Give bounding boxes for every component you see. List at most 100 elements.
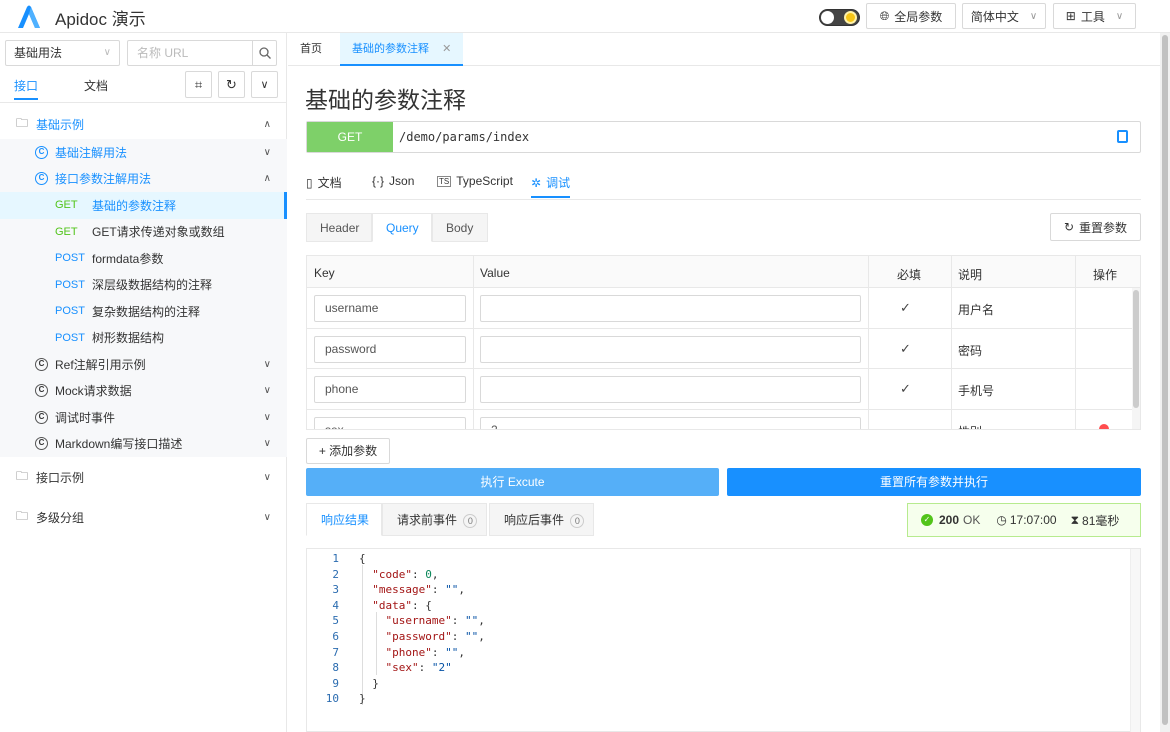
close-icon[interactable]: ✕ <box>442 43 451 55</box>
param-desc: 性别 <box>958 423 982 430</box>
tab-json[interactable]: {·} Json <box>372 174 414 188</box>
tab-body[interactable]: Body <box>432 213 488 242</box>
param-desc: 手机号 <box>958 384 995 398</box>
page-tabs: 首页 基础的参数注释 ✕ <box>288 33 1160 66</box>
global-params-button[interactable]: 🌐︎ 全局参数 <box>866 3 956 29</box>
group-basic-examples[interactable]: 🗀︎ 基础示例 ∧ <box>0 109 287 139</box>
code-scrollbar[interactable] <box>1130 549 1140 732</box>
tab-label: Json <box>389 174 415 188</box>
method-badge: POST <box>55 305 85 318</box>
tab-current-api[interactable]: 基础的参数注释 ✕ <box>340 33 464 66</box>
language-select[interactable]: 简体中文 ∨ <box>962 3 1046 29</box>
copy-icon[interactable] <box>1117 130 1128 143</box>
response-duration: 81毫秒 <box>1082 513 1120 528</box>
api-item[interactable]: POST 复杂数据结构的注释 <box>0 298 287 325</box>
execute-button[interactable]: 执行 Excute <box>306 468 719 496</box>
controller-label: Ref注解引用示例 <box>55 357 146 372</box>
top-bar: Apidoc 演示 🌐︎ 全局参数 简体中文 ∨ ⊞ 工具 ∨ <box>0 0 1170 33</box>
page-scroll-thumb[interactable] <box>1162 35 1168 725</box>
tab-label: 请求前事件 <box>397 513 458 527</box>
refresh-icon[interactable]: ↻ <box>218 71 245 98</box>
table-row: sex 2 性别 <box>307 410 1134 430</box>
controller-label: 基础注解用法 <box>55 145 128 160</box>
api-label: 基础的参数注释 <box>92 198 177 213</box>
value-input[interactable] <box>480 376 861 403</box>
api-label: 复杂数据结构的注释 <box>92 304 201 319</box>
tag-icon[interactable]: ⌗ <box>185 71 212 98</box>
controller-param-annotations[interactable]: C 接口参数注解用法 ∧ <box>0 166 287 193</box>
value-input[interactable]: 2 <box>480 416 861 429</box>
count-badge: 0 <box>570 514 585 528</box>
reset-execute-button[interactable]: 重置所有参数并执行 <box>727 468 1141 496</box>
chevron-down-icon: ∨ <box>263 411 271 423</box>
typescript-icon: TS <box>437 175 452 187</box>
tab-doc[interactable]: ▯ 文档 <box>306 174 342 191</box>
bug-icon: ✲ <box>531 175 542 190</box>
add-param-button[interactable]: + 添加参数 <box>306 438 390 464</box>
table-row: password ✓ 密码 <box>307 329 1134 369</box>
tab-debug[interactable]: ✲ 调试 <box>531 174 571 198</box>
chevron-down-icon: ∨ <box>263 511 271 523</box>
page-scrollbar[interactable] <box>1160 33 1170 732</box>
key-input[interactable]: sex <box>314 416 466 429</box>
tab-docs[interactable]: 文档 <box>84 77 108 94</box>
folder-icon: 🗀︎ <box>16 468 29 483</box>
method-badge: POST <box>55 331 85 344</box>
doc-tabs: ▯ 文档 {·} Json TS TypeScript ✲ 调试 <box>306 170 1141 200</box>
search-input[interactable] <box>128 41 248 65</box>
chevron-down-icon: ∨ <box>263 358 271 370</box>
tab-api[interactable]: 接口 <box>14 77 39 100</box>
group-api-examples[interactable]: 🗀︎ 接口示例 ∨ <box>0 457 287 497</box>
grid-icon: ⊞ <box>1065 9 1076 23</box>
group-label: 接口示例 <box>36 470 85 485</box>
tab-typescript[interactable]: TS TypeScript <box>437 174 513 188</box>
api-item[interactable]: POST 深层级数据结构的注释 <box>0 272 287 299</box>
tab-before-events[interactable]: 请求前事件 0 <box>382 503 487 536</box>
count-badge: 0 <box>463 514 478 528</box>
response-time: 17:07:00 <box>1009 513 1057 527</box>
group-multilevel[interactable]: 🗀︎ 多级分组 ∨ <box>0 497 287 537</box>
controller-mock-data[interactable]: C Mock请求数据 ∨ <box>0 378 287 405</box>
header-value: Value <box>480 266 510 280</box>
tab-label: 文档 <box>317 176 342 190</box>
folder-icon: 🗀︎ <box>16 508 29 523</box>
tab-header[interactable]: Header <box>306 213 372 242</box>
key-input[interactable]: username <box>314 295 466 322</box>
version-select[interactable]: 基础用法 ∨ <box>5 40 120 66</box>
controller-icon: C <box>35 410 48 424</box>
tab-label: 调试 <box>546 176 571 190</box>
tab-after-events[interactable]: 响应后事件 0 <box>489 503 594 536</box>
url-bar: GET /demo/params/index <box>306 121 1141 153</box>
api-item[interactable]: GET 基础的参数注释 <box>0 192 287 219</box>
search-icon[interactable] <box>252 41 276 65</box>
response-code: 1{ 2 "code": 0, 3 "message": "", 4 "data… <box>306 548 1141 732</box>
key-input[interactable]: phone <box>314 376 466 403</box>
controller-debug-events[interactable]: C 调试时事件 ∨ <box>0 404 287 431</box>
delete-icon[interactable] <box>1099 423 1109 429</box>
controller-ref-examples[interactable]: C Ref注解引用示例 ∨ <box>0 351 287 378</box>
table-scroll-thumb[interactable] <box>1133 290 1139 408</box>
api-item[interactable]: POST formdata参数 <box>0 245 287 272</box>
language-label: 简体中文 <box>970 9 1019 24</box>
method-badge: GET <box>307 122 393 152</box>
chevron-down-icon: ∨ <box>103 47 111 58</box>
value-input[interactable] <box>480 295 861 322</box>
controller-markdown[interactable]: C Markdown编写接口描述 ∨ <box>0 431 287 458</box>
tools-menu[interactable]: ⊞ 工具 ∨ <box>1053 3 1136 29</box>
group-basic-examples-children: C 基础注解用法 ∨ C 接口参数注解用法 ∧ GET 基础的参数注释 GET … <box>0 139 287 457</box>
tab-response[interactable]: 响应结果 <box>306 503 382 536</box>
header-desc: 说明 <box>958 268 983 282</box>
globe-icon: 🌐︎ <box>879 8 890 23</box>
key-input[interactable]: password <box>314 335 466 363</box>
collapse-icon[interactable]: ∨ <box>251 71 278 98</box>
tab-query[interactable]: Query <box>372 213 432 242</box>
controller-basic-annotations[interactable]: C 基础注解用法 ∨ <box>0 139 287 166</box>
reset-params-button[interactable]: ↻ 重置参数 <box>1050 213 1141 241</box>
document-icon: ▯ <box>306 175 313 190</box>
tab-home[interactable]: 首页 <box>288 33 334 66</box>
value-input[interactable] <box>480 335 861 363</box>
theme-toggle[interactable] <box>819 9 860 26</box>
api-item[interactable]: GET GET请求传递对象或数组 <box>0 219 287 246</box>
api-item[interactable]: POST 树形数据结构 <box>0 325 287 352</box>
api-label: 树形数据结构 <box>92 331 165 346</box>
